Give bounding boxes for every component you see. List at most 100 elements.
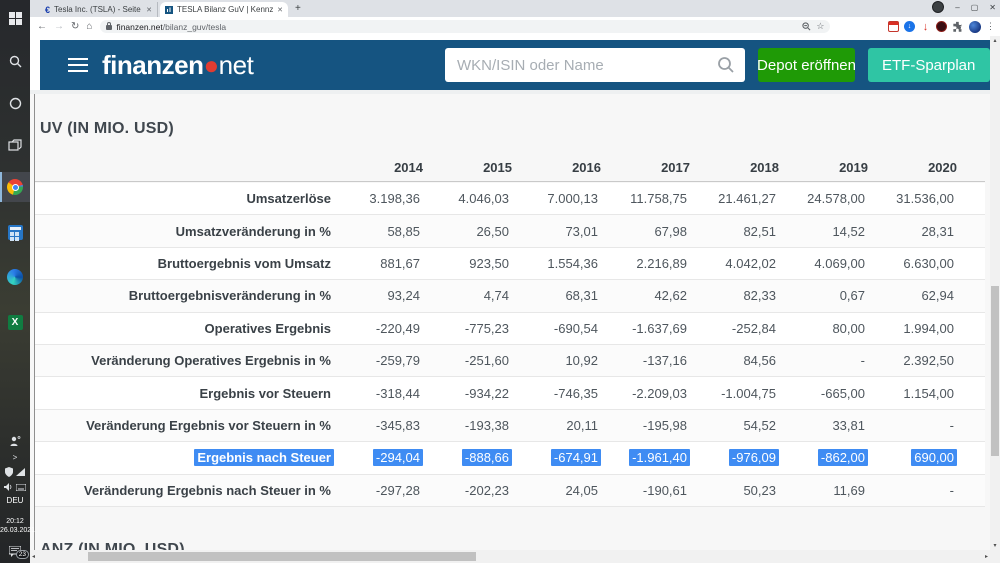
bookmark-star-icon[interactable]: ☆ xyxy=(816,21,824,32)
cell-value: 3.198,36 xyxy=(369,191,420,207)
notification-badge: 23 xyxy=(15,550,29,559)
table-row[interactable]: Ergebnis vor Steuern -318,44 -934,22 -746,… xyxy=(35,377,985,410)
year-header: 2014 xyxy=(394,160,423,175)
depot-eroeffnen-button[interactable]: Depot eröffnen xyxy=(758,48,855,82)
row-label: Ergebnis vor Steuern xyxy=(199,385,331,401)
table-year-header-row: 2014 2015 2016 2017 2018 2019 2020 xyxy=(35,154,985,182)
cell-value: 1.994,00 xyxy=(903,320,954,336)
scroll-up-arrow[interactable]: ▴ xyxy=(990,37,1000,44)
language-indicator[interactable]: DEU xyxy=(0,496,30,505)
extensions-puzzle-icon[interactable] xyxy=(952,21,964,33)
cell-value: -775,23 xyxy=(464,320,509,336)
extension-dark-circle-icon[interactable] xyxy=(936,21,947,32)
taskbar-calculator-icon[interactable] xyxy=(0,217,30,247)
cell-value: 0,67 xyxy=(839,288,865,304)
clock[interactable]: 20:12 26.03.2021 xyxy=(0,517,35,535)
cell-value: -297,28 xyxy=(375,482,420,498)
table-row[interactable]: Umsatzerlöse 3.198,36 4.046,03 7.000,13 11.… xyxy=(35,183,985,216)
network-icon xyxy=(16,468,25,476)
cell-value: 6.630,00 xyxy=(903,255,954,271)
task-view-icon[interactable] xyxy=(0,130,30,160)
clock-date: 26.03.2021 xyxy=(0,527,36,534)
cell-value: 62,94 xyxy=(921,288,954,304)
browser-profile-avatar[interactable] xyxy=(969,20,981,33)
guv-section-title: UV (IN MIO. USD) xyxy=(40,120,174,137)
hamburger-menu-icon[interactable] xyxy=(68,58,88,71)
hidden-icons-chevron[interactable]: > xyxy=(0,450,30,464)
new-tab-button[interactable]: + xyxy=(295,3,301,14)
horizontal-scrollbar[interactable]: ◂ ▸ xyxy=(30,550,990,563)
back-icon[interactable]: ← xyxy=(37,21,47,32)
scroll-right-arrow[interactable]: ▸ xyxy=(985,553,988,560)
cell-value: 58,85 xyxy=(387,223,420,239)
tray-volume-keyboard-icons[interactable] xyxy=(0,480,30,494)
cell-value: 80,00 xyxy=(832,320,865,336)
cell-value: 923,50 xyxy=(469,255,509,271)
row-label: Umsatzerlöse xyxy=(246,191,331,207)
address-bar[interactable]: finanzen.net/bilanz_guv/tesla ☆ xyxy=(100,20,831,33)
taskbar-edge-icon[interactable] xyxy=(0,262,30,292)
home-icon[interactable]: ⌂ xyxy=(86,21,92,32)
taskbar-search-icon[interactable] xyxy=(0,46,30,76)
scroll-down-arrow[interactable]: ▾ xyxy=(990,542,1000,549)
cell-value: 690,00 xyxy=(868,449,957,467)
table-row[interactable]: Ergebnis nach Steuer -294,04 -888,66 -674,… xyxy=(35,442,985,475)
logo-red-dot: ● xyxy=(203,49,219,80)
site-search-input[interactable] xyxy=(455,55,717,75)
action-center-icon[interactable]: 23 xyxy=(0,541,30,561)
browser-menu-kebab-icon[interactable]: ⋮ xyxy=(986,21,995,32)
tab-close-icon[interactable]: ✕ xyxy=(277,6,283,14)
cell-value: 11.758,75 xyxy=(630,191,687,207)
vertical-scroll-thumb[interactable] xyxy=(991,286,999,456)
tab-finanzen-active[interactable]: TESLA Bilanz GuV | Kennzahlen | ✕ xyxy=(160,2,288,17)
extension-download-arrow-icon[interactable]: ↓ xyxy=(920,21,931,33)
extension-blue-circle-icon[interactable]: ↓ xyxy=(904,21,915,32)
cell-value: 24,05 xyxy=(565,482,598,498)
horizontal-scroll-thumb[interactable] xyxy=(88,552,476,561)
lock-icon[interactable] xyxy=(106,22,113,30)
cortana-icon[interactable] xyxy=(0,88,30,118)
vertical-scrollbar[interactable]: ▴ ▾ xyxy=(990,36,1000,550)
people-icon[interactable] xyxy=(0,432,30,450)
extension-red-window-icon[interactable] xyxy=(888,21,899,32)
table-row[interactable]: Veränderung Ergebnis nach Steuer in % -2… xyxy=(35,474,985,507)
tray-shield-network-icons[interactable] xyxy=(0,465,30,479)
forward-icon[interactable]: → xyxy=(54,21,64,32)
cell-value: 82,51 xyxy=(743,223,776,239)
scroll-left-arrow[interactable]: ◂ xyxy=(32,553,35,560)
site-logo[interactable]: finanzen●net xyxy=(102,49,254,81)
table-row[interactable]: Veränderung Ergebnis vor Steuern in % -3… xyxy=(35,409,985,443)
euro-favicon: € xyxy=(45,4,51,15)
year-header: 2015 xyxy=(483,160,512,175)
cell-value: 84,56 xyxy=(743,353,776,369)
profile-circle-icon[interactable] xyxy=(932,1,945,13)
cell-value: -259,79 xyxy=(375,353,420,369)
clock-time: 20:12 xyxy=(6,518,24,525)
table-row[interactable]: Umsatzveränderung in % 58,85 26,50 73,01 67… xyxy=(35,215,985,248)
cell-value: 11,69 xyxy=(833,482,865,498)
cell-value: 28,31 xyxy=(921,223,954,239)
table-row[interactable]: Veränderung Operatives Ergebnis in % -25… xyxy=(35,344,985,378)
zoom-icon[interactable] xyxy=(802,22,811,31)
taskbar-chrome-icon[interactable] xyxy=(0,172,30,202)
table-row[interactable]: Bruttoergebnisveränderung in % 93,24 4,74… xyxy=(35,280,985,313)
cell-value: -202,23 xyxy=(464,482,509,498)
table-row[interactable]: Operatives Ergebnis -220,49 -775,23 -690,5… xyxy=(35,312,985,345)
row-label: Veränderung Operatives Ergebnis in % xyxy=(91,353,331,369)
row-label: Bruttoergebnisveränderung in % xyxy=(128,288,331,304)
site-search-box[interactable] xyxy=(445,48,745,82)
minimize-button[interactable]: – xyxy=(955,3,959,12)
desktop-screen: X > DEU 20:12 26.03.2021 23 € Tesla Inc.… xyxy=(0,0,1000,563)
tab-wallstreet[interactable]: € Tesla Inc. (TSLA) - Seite 509 - Am ✕ xyxy=(40,2,158,17)
cell-value: 4.042,02 xyxy=(725,255,776,271)
maximize-button[interactable]: ▢ xyxy=(971,3,979,12)
tab-close-icon[interactable]: ✕ xyxy=(146,6,152,14)
etf-sparplan-button[interactable]: ETF-Sparplan xyxy=(868,48,990,82)
table-row[interactable]: Bruttoergebnis vom Umsatz 881,67 923,50 1.… xyxy=(35,247,985,281)
start-button-icon[interactable] xyxy=(0,3,30,33)
close-button[interactable]: ✕ xyxy=(989,3,996,12)
reload-icon[interactable]: ↻ xyxy=(71,21,79,32)
cell-value: 67,98 xyxy=(654,223,687,239)
taskbar-excel-icon[interactable]: X xyxy=(0,307,30,337)
search-icon[interactable] xyxy=(717,56,735,74)
